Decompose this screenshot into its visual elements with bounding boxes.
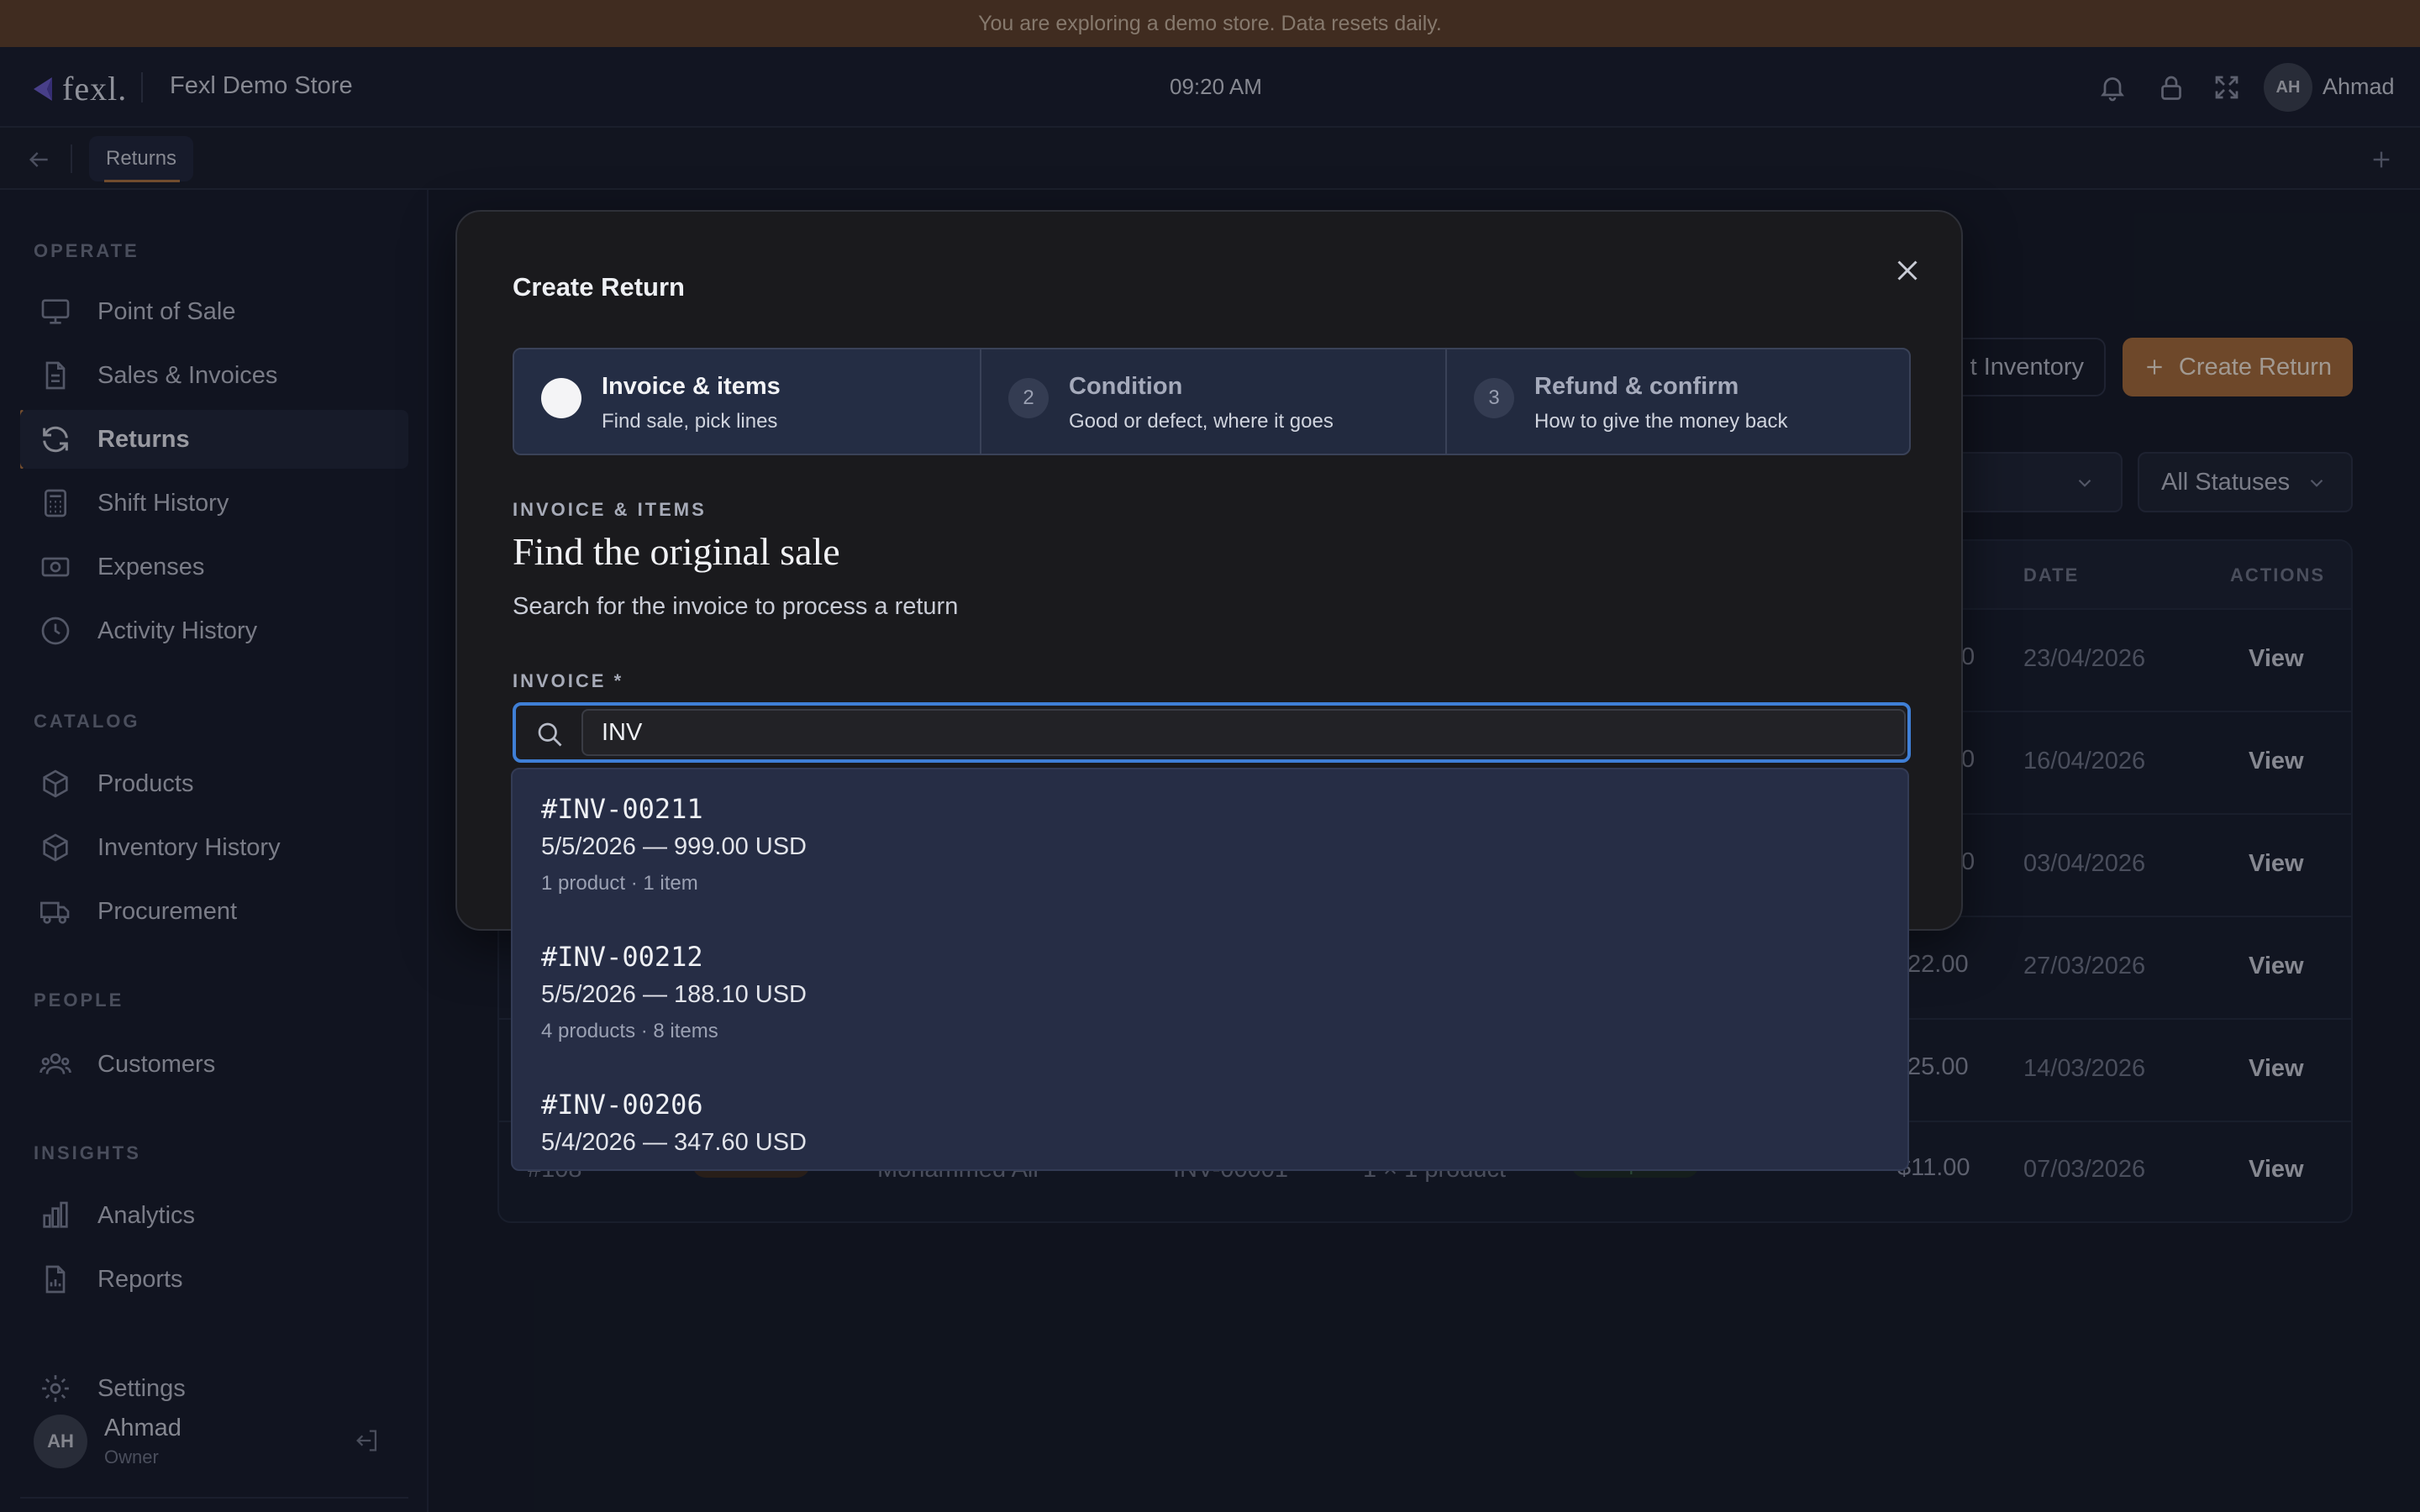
section-description: Search for the invoice to process a retu… [513,593,959,620]
step-condition[interactable]: 2 Condition Good or defect, where it goe… [980,349,1445,454]
invoice-meta: 4 products · 8 items [541,1020,718,1042]
step-indicator [541,378,581,418]
dialog-title: Create Return [513,272,685,302]
invoice-date-total: 5/4/2026 — 347.60 USD [541,1129,807,1156]
step-invoice-items[interactable]: Invoice & items Find sale, pick lines [514,349,980,454]
step-subtitle: Find sale, pick lines [602,410,778,433]
invoice-option[interactable]: #INV-00211 5/5/2026 — 999.00 USD 1 produ… [513,769,1907,917]
stepper: Invoice & items Find sale, pick lines 2 … [513,348,1911,455]
invoice-meta: 1 product · 1 item [541,872,698,895]
step-number: 3 [1488,386,1500,409]
invoice-date-total: 5/5/2026 — 999.00 USD [541,833,807,860]
step-title: Condition [1069,373,1183,400]
step-subtitle: How to give the money back [1534,410,1788,433]
invoice-number: #INV-00212 [541,941,703,973]
invoice-date-total: 5/5/2026 — 188.10 USD [541,981,807,1008]
section-heading: Find the original sale [513,530,840,573]
close-icon[interactable] [1892,255,1923,286]
invoice-option[interactable]: #INV-00212 5/5/2026 — 188.10 USD 4 produ… [513,917,1907,1065]
step-number: 2 [1023,386,1034,409]
invoice-option[interactable]: #INV-00206 5/4/2026 — 347.60 USD [513,1065,1907,1169]
search-icon [538,722,562,747]
invoice-search-input[interactable] [581,709,1906,756]
step-title: Invoice & items [602,373,781,400]
invoice-results-dropdown: #INV-00211 5/5/2026 — 999.00 USD 1 produ… [511,768,1909,1171]
step-refund-confirm[interactable]: 3 Refund & confirm How to give the money… [1445,349,1909,454]
step-title: Refund & confirm [1534,373,1739,400]
step-indicator: 3 [1474,378,1514,418]
invoice-number: #INV-00211 [541,793,703,825]
step-indicator: 2 [1008,378,1049,418]
invoice-number: #INV-00206 [541,1089,703,1121]
invoice-field-label: INVOICE * [513,670,624,691]
section-eyebrow: INVOICE & ITEMS [513,499,707,520]
invoice-search-field[interactable] [513,702,1911,763]
step-subtitle: Good or defect, where it goes [1069,410,1334,433]
